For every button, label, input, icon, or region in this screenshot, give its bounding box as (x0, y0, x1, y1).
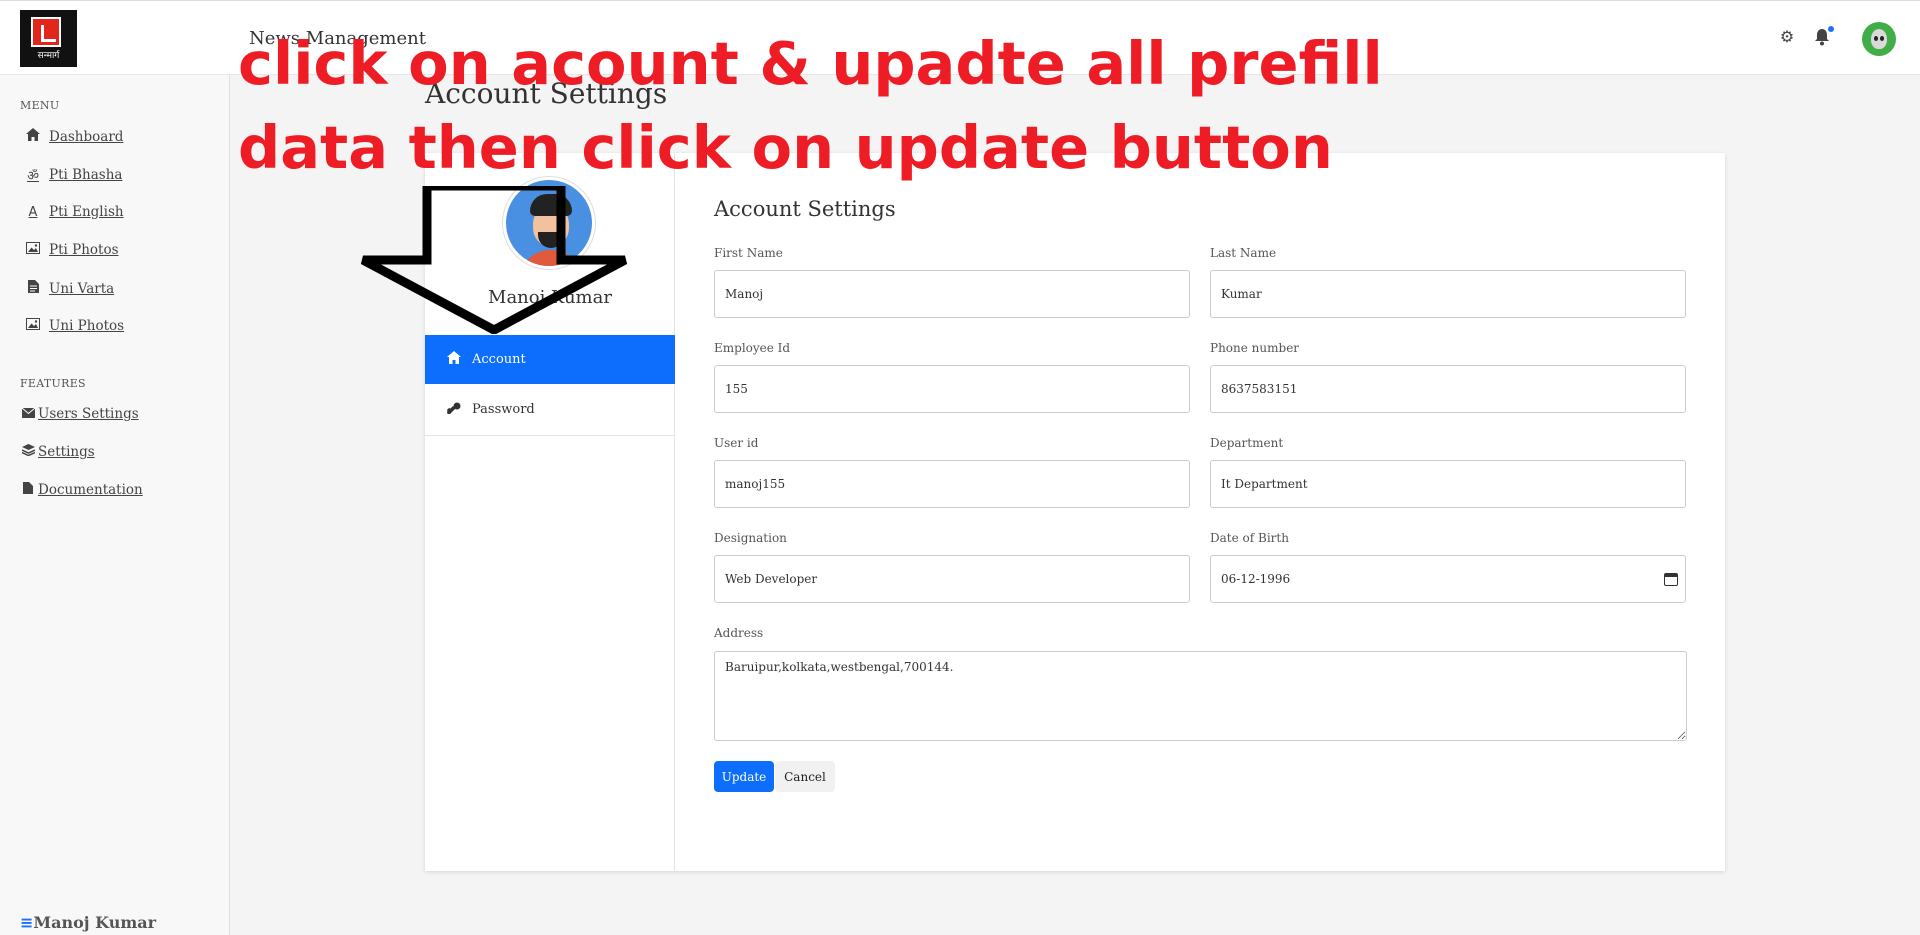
sidebar-item-pti-bhasha[interactable]: ॐ Pti Bhasha (25, 166, 122, 184)
instruction-line-1: click on acount & upadte all prefill (238, 29, 1383, 98)
sidebar-item-pti-photos[interactable]: Pti Photos (25, 242, 119, 258)
letter-a-icon: A (28, 204, 38, 220)
tab-account[interactable]: Account (425, 335, 675, 384)
logo-text: सन्मार्ग (37, 51, 60, 61)
logo-mark-icon (31, 17, 61, 47)
sidebar-item-label: Uni Photos (49, 318, 125, 334)
last-name-field[interactable] (1210, 270, 1686, 318)
tab-account-label: Account (472, 352, 526, 367)
department-field[interactable] (1210, 460, 1686, 508)
tab-password[interactable]: Password (425, 384, 675, 436)
sidebar-item-label: Dashboard (49, 128, 124, 145)
envelope-icon (20, 407, 36, 422)
sidebar-item-users-settings[interactable]: Users Settings (20, 406, 139, 422)
hamburger-icon: ≡ (20, 913, 34, 932)
update-button[interactable]: Update (714, 761, 774, 792)
instruction-line-2: data then click on update button (238, 113, 1333, 182)
employee-id-label: Employee Id (714, 341, 791, 355)
dob-field[interactable] (1210, 555, 1686, 603)
sidebar-item-documentation[interactable]: Documentation (20, 482, 143, 498)
sidebar-item-label: Users Settings (38, 406, 139, 422)
department-label: Department (1210, 436, 1284, 450)
address-label: Address (714, 626, 764, 640)
gear-icon[interactable]: ⚙ (1778, 28, 1796, 46)
notification-dot (1828, 26, 1834, 32)
image-icon (25, 242, 41, 258)
sidebar-item-label: Pti English (49, 204, 124, 220)
image-icon (25, 318, 41, 334)
tab-password-label: Password (472, 402, 535, 417)
instruction-annotation: click on acount & upadte all prefill dat… (238, 22, 1383, 190)
user-avatar[interactable] (1862, 22, 1896, 56)
avatar-face-icon (1871, 29, 1887, 49)
sidebar-item-label: Pti Bhasha (49, 167, 123, 183)
cancel-button[interactable]: Cancel (775, 761, 835, 792)
sidebar-item-settings[interactable]: Settings (20, 444, 95, 460)
designation-field[interactable] (714, 555, 1190, 603)
designation-label: Designation (714, 531, 787, 545)
phone-field[interactable] (1210, 365, 1686, 413)
user-id-label: User id (714, 436, 759, 450)
first-name-field[interactable] (714, 270, 1190, 318)
sidebar-item-label: Uni Varta (49, 280, 115, 297)
file-icon (20, 482, 36, 498)
sidebar-item-dashboard[interactable]: Dashboard (25, 128, 123, 145)
sidebar-item-uni-photos[interactable]: Uni Photos (25, 318, 124, 334)
sidebar: MENU Dashboard ॐ Pti Bhasha A Pti Englis… (0, 75, 230, 935)
menu-section-title: MENU (20, 99, 60, 112)
sidebar-item-pti-english[interactable]: A Pti English (25, 204, 124, 220)
home-icon (446, 351, 462, 368)
brand-logo[interactable]: सन्मार्ग (20, 10, 77, 67)
user-id-field[interactable] (714, 460, 1190, 508)
sidebar-item-label: Pti Photos (49, 242, 119, 258)
om-icon: ॐ (27, 169, 39, 184)
home-icon (25, 128, 41, 145)
employee-id-field[interactable] (714, 365, 1190, 413)
sidebar-item-label: Settings (38, 444, 95, 460)
file-icon (25, 280, 41, 297)
calendar-icon[interactable] (1664, 573, 1678, 586)
key-icon (446, 402, 462, 418)
sidebar-item-label: Documentation (38, 482, 143, 498)
first-name-label: First Name (714, 246, 783, 260)
dob-label: Date of Birth (1210, 531, 1289, 545)
sidebar-item-uni-varta[interactable]: Uni Varta (25, 280, 114, 297)
layers-icon (20, 444, 36, 460)
last-name-label: Last Name (1210, 246, 1277, 260)
phone-label: Phone number (1210, 341, 1300, 355)
address-field[interactable]: Baruipur,kolkata,westbengal,700144. (714, 651, 1687, 741)
sidebar-user-name: Manoj Kumar (33, 913, 157, 932)
down-arrow-icon (360, 186, 628, 334)
features-section-title: FEATURES (20, 377, 86, 390)
form-title: Account Settings (714, 197, 896, 221)
sidebar-user[interactable]: ≡Manoj Kumar (20, 913, 156, 932)
